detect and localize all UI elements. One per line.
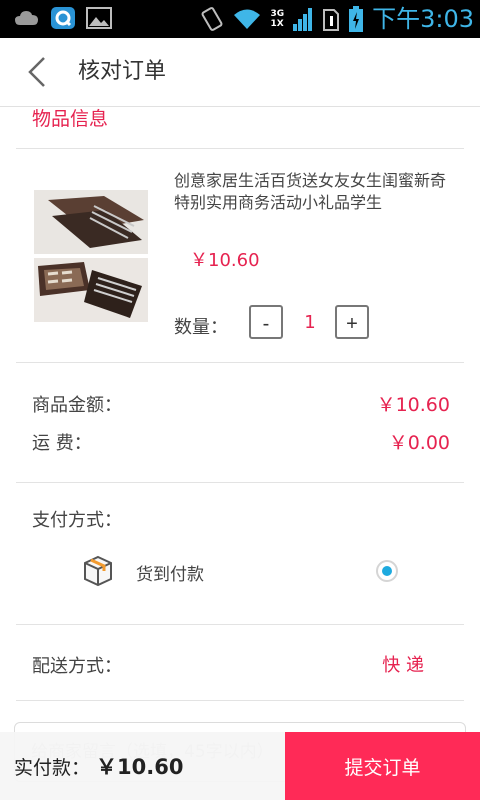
page-title: 核对订单 xyxy=(78,59,167,84)
divider xyxy=(16,148,464,149)
divider xyxy=(16,624,464,625)
gallery-icon xyxy=(86,7,112,29)
payment-method-label: 支付方式： xyxy=(32,510,122,531)
app-q-icon xyxy=(51,7,75,29)
section-title-item-info: 物品信息 xyxy=(32,108,109,130)
quantity-value: 1 xyxy=(304,312,316,333)
status-bar-right: 3G 1X 下午3:03 xyxy=(200,4,474,34)
total-value: ￥10.60 xyxy=(96,755,184,779)
package-icon xyxy=(84,555,112,587)
submit-order-button[interactable]: 提交订单 xyxy=(285,732,480,800)
total-area: 实付款： ￥10.60 xyxy=(0,732,285,800)
signal-icon xyxy=(293,8,313,31)
payment-option-cod-radio[interactable] xyxy=(376,560,398,582)
shipping-label: 运 费： xyxy=(32,433,92,454)
total-label: 实付款： xyxy=(14,756,91,779)
page-header: 核对订单 xyxy=(0,38,480,107)
sim-icon xyxy=(323,9,340,31)
divider xyxy=(16,700,464,701)
product-price: ￥10.60 xyxy=(190,250,260,271)
chevron-left-icon[interactable] xyxy=(20,54,56,90)
order-confirm-screen: 3G 1X 下午3:03 核对订单 物品信息 创意家居生活百货送女友女生闺蜜新奇… xyxy=(0,0,480,800)
payment-option-cod-label[interactable]: 货到付款 xyxy=(136,560,204,585)
divider xyxy=(16,482,464,483)
status-time: 下午3:03 xyxy=(372,5,474,33)
network-bottom-label: 1X xyxy=(270,19,284,29)
battery-icon xyxy=(349,6,364,32)
network-top-label: 3G xyxy=(270,9,285,19)
radio-selected-dot xyxy=(382,566,392,576)
product-image[interactable] xyxy=(34,190,148,322)
bottom-bar: 实付款： ￥10.60 提交订单 xyxy=(0,732,480,800)
divider xyxy=(16,362,464,363)
quantity-decrement-button[interactable]: - xyxy=(249,305,283,339)
product-name[interactable]: 创意家居生活百货送女友女生闺蜜新奇特别实用商务活动小礼品学生 xyxy=(174,170,454,214)
amount-value: ￥10.60 xyxy=(376,394,450,416)
delivery-method-value[interactable]: 快 递 xyxy=(382,651,424,677)
amount-label: 商品金额： xyxy=(32,395,122,416)
status-bar-left xyxy=(14,6,112,30)
shipping-value: ￥0.00 xyxy=(388,432,450,454)
network-type: 3G 1X xyxy=(270,9,284,29)
cloud-icon xyxy=(15,11,38,25)
quantity-increment-button[interactable]: + xyxy=(335,305,369,339)
rotate-icon xyxy=(201,7,223,31)
quantity-label: 数量： xyxy=(174,317,228,338)
wifi-icon xyxy=(234,9,261,29)
delivery-method-label: 配送方式： xyxy=(32,656,122,677)
status-bar: 3G 1X 下午3:03 xyxy=(0,0,480,38)
